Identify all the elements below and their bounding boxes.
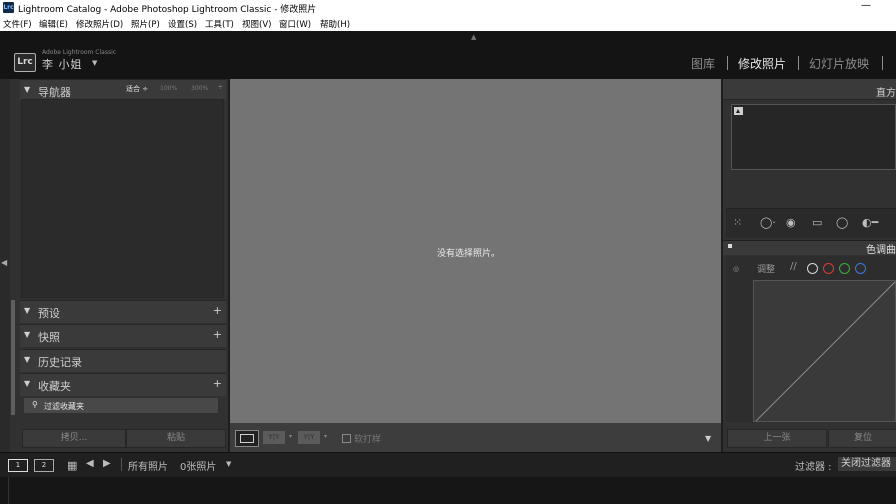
- before-after-caret-icon[interactable]: ▾: [289, 433, 292, 440]
- filter-select[interactable]: 关闭过滤器: [838, 457, 896, 471]
- channel-rgb-icon[interactable]: [807, 263, 818, 274]
- navigator-zoom-100[interactable]: 100%: [160, 85, 177, 92]
- previous-button[interactable]: 上一张: [727, 429, 827, 448]
- filmstrip-source[interactable]: 所有照片: [128, 458, 168, 473]
- forward-arrow-icon[interactable]: ▶: [103, 458, 111, 469]
- menu-window[interactable]: 窗口(W): [279, 18, 311, 30]
- lrc-logo: Lrc: [14, 53, 36, 72]
- collections-header[interactable]: ▼ 收藏夹 +: [20, 373, 226, 396]
- title-bar: Lrc Lightroom Catalog - Adobe Photoshop …: [0, 0, 896, 15]
- search-icon: ⚲: [32, 400, 38, 409]
- navigator-zoom-menu-icon[interactable]: ÷: [218, 84, 223, 91]
- module-slideshow[interactable]: 幻灯片放映: [809, 55, 869, 72]
- target-adjust-icon[interactable]: ◎: [733, 265, 739, 273]
- channel-blue-icon[interactable]: [855, 263, 866, 274]
- channel-green-icon[interactable]: [839, 263, 850, 274]
- user-name[interactable]: 李 小姐: [42, 56, 83, 72]
- navigator-zoom-300[interactable]: 300%: [191, 85, 208, 92]
- secondary-window-button[interactable]: 2: [34, 459, 54, 472]
- collection-filter-field[interactable]: ⚲ 过滤收藏夹: [24, 398, 218, 413]
- collapse-triangle-icon[interactable]: ▼: [24, 355, 30, 364]
- product-name: Adobe Lightroom Classic: [42, 49, 116, 56]
- parametric-curve-icon[interactable]: //: [790, 261, 797, 272]
- module-divider: [882, 56, 883, 70]
- filter-label: 过滤器 :: [795, 458, 832, 473]
- history-title: 历史记录: [38, 354, 82, 370]
- left-panel-toggle-icon[interactable]: ◀: [1, 258, 7, 267]
- menu-photo[interactable]: 照片(P): [131, 18, 160, 30]
- soft-proof-label: 软打样: [354, 435, 381, 445]
- no-photo-message: 没有选择照片。: [437, 246, 500, 259]
- channel-red-icon[interactable]: [823, 263, 834, 274]
- red-eye-icon[interactable]: ◉: [786, 216, 796, 229]
- tone-curve-line: [754, 281, 896, 422]
- collapse-triangle-icon[interactable]: ▼: [24, 306, 30, 315]
- navigator-fit-option[interactable]: 适合 ÷: [126, 84, 148, 94]
- reset-button[interactable]: 复位: [828, 429, 896, 448]
- crop-tool-icon[interactable]: ⁙: [733, 216, 742, 229]
- add-snapshot-icon[interactable]: +: [213, 328, 222, 341]
- snapshots-title: 快照: [38, 329, 60, 345]
- spot-removal-icon[interactable]: ◯·: [760, 216, 776, 229]
- module-develop[interactable]: 修改照片: [738, 55, 786, 72]
- before-after-button[interactable]: Y|Y: [263, 431, 285, 444]
- adjustment-brush-icon[interactable]: ◐━: [862, 216, 878, 229]
- paste-settings-button[interactable]: 粘贴: [126, 429, 226, 448]
- main-window-button[interactable]: 1: [8, 459, 28, 472]
- menu-file[interactable]: 文件(F): [3, 18, 32, 30]
- collapse-triangle-icon[interactable]: ▼: [24, 85, 30, 94]
- graduated-filter-icon[interactable]: ▭: [812, 216, 822, 229]
- filmstrip-area: [8, 477, 896, 504]
- menu-settings[interactable]: 设置(S): [168, 18, 197, 30]
- left-panel-scrollbar[interactable]: [11, 300, 15, 415]
- back-arrow-icon[interactable]: ◀: [86, 458, 94, 469]
- collapse-triangle-icon[interactable]: ▼: [24, 379, 30, 388]
- minimize-button[interactable]: —: [861, 0, 871, 11]
- navigator-title: 导航器: [38, 84, 71, 100]
- presets-header[interactable]: ▼ 预设 +: [20, 300, 226, 323]
- loupe-view-button[interactable]: [235, 430, 259, 447]
- panel-toggle-icon[interactable]: [728, 244, 732, 248]
- collections-title: 收藏夹: [38, 378, 71, 394]
- module-divider: [798, 56, 799, 70]
- radial-filter-icon[interactable]: ◯: [836, 216, 848, 229]
- tone-adjust-label: 调整: [757, 262, 775, 275]
- presets-title: 预设: [38, 305, 60, 321]
- collapse-triangle-icon[interactable]: ▼: [24, 330, 30, 339]
- photo-count[interactable]: 0张照片: [180, 458, 216, 473]
- soft-proof-checkbox[interactable]: [342, 434, 351, 443]
- menu-develop[interactable]: 修改照片(D): [76, 18, 123, 30]
- soft-proof-toggle[interactable]: 软打样: [342, 432, 381, 445]
- user-menu-caret-icon[interactable]: ▼: [92, 59, 97, 67]
- module-library[interactable]: 图库: [691, 55, 715, 72]
- lrc-app-icon: Lrc: [3, 2, 14, 13]
- collection-filter-placeholder: 过滤收藏夹: [44, 401, 84, 412]
- histogram-header[interactable]: [723, 79, 896, 100]
- snapshots-header[interactable]: ▼ 快照 +: [20, 324, 226, 347]
- filmstrip-divider: [121, 458, 122, 471]
- menu-help[interactable]: 帮助(H): [320, 18, 350, 30]
- histogram-title: 直方: [876, 84, 896, 99]
- menu-edit[interactable]: 编辑(E): [39, 18, 68, 30]
- shadow-clipping-icon[interactable]: [734, 107, 743, 115]
- grid-view-icon[interactable]: ▦: [67, 459, 77, 472]
- module-divider: [727, 56, 728, 70]
- navigator-preview[interactable]: [21, 99, 224, 298]
- window-title: Lightroom Catalog - Adobe Photoshop Ligh…: [18, 2, 316, 15]
- before-after-swap-caret-icon[interactable]: ▾: [324, 433, 327, 440]
- add-preset-icon[interactable]: +: [213, 304, 222, 317]
- copy-settings-button[interactable]: 拷贝...: [22, 429, 126, 448]
- source-menu-caret-icon[interactable]: ▼: [226, 460, 231, 468]
- add-collection-icon[interactable]: +: [213, 377, 222, 390]
- top-panel-toggle-icon[interactable]: ▲: [471, 33, 476, 41]
- histogram-display[interactable]: [731, 104, 896, 170]
- before-after-swap-button[interactable]: Y|Y: [298, 431, 320, 444]
- menu-bar: 文件(F) 编辑(E) 修改照片(D) 照片(P) 设置(S) 工具(T) 视图…: [0, 15, 896, 31]
- tone-curve-graph[interactable]: [753, 280, 896, 422]
- menu-tools[interactable]: 工具(T): [205, 18, 234, 30]
- menu-view[interactable]: 视图(V): [242, 18, 271, 30]
- tone-curve-title: 色调曲: [866, 241, 896, 256]
- toolbar-options-caret-icon[interactable]: ▼: [705, 434, 711, 443]
- history-header[interactable]: ▼ 历史记录: [20, 349, 226, 372]
